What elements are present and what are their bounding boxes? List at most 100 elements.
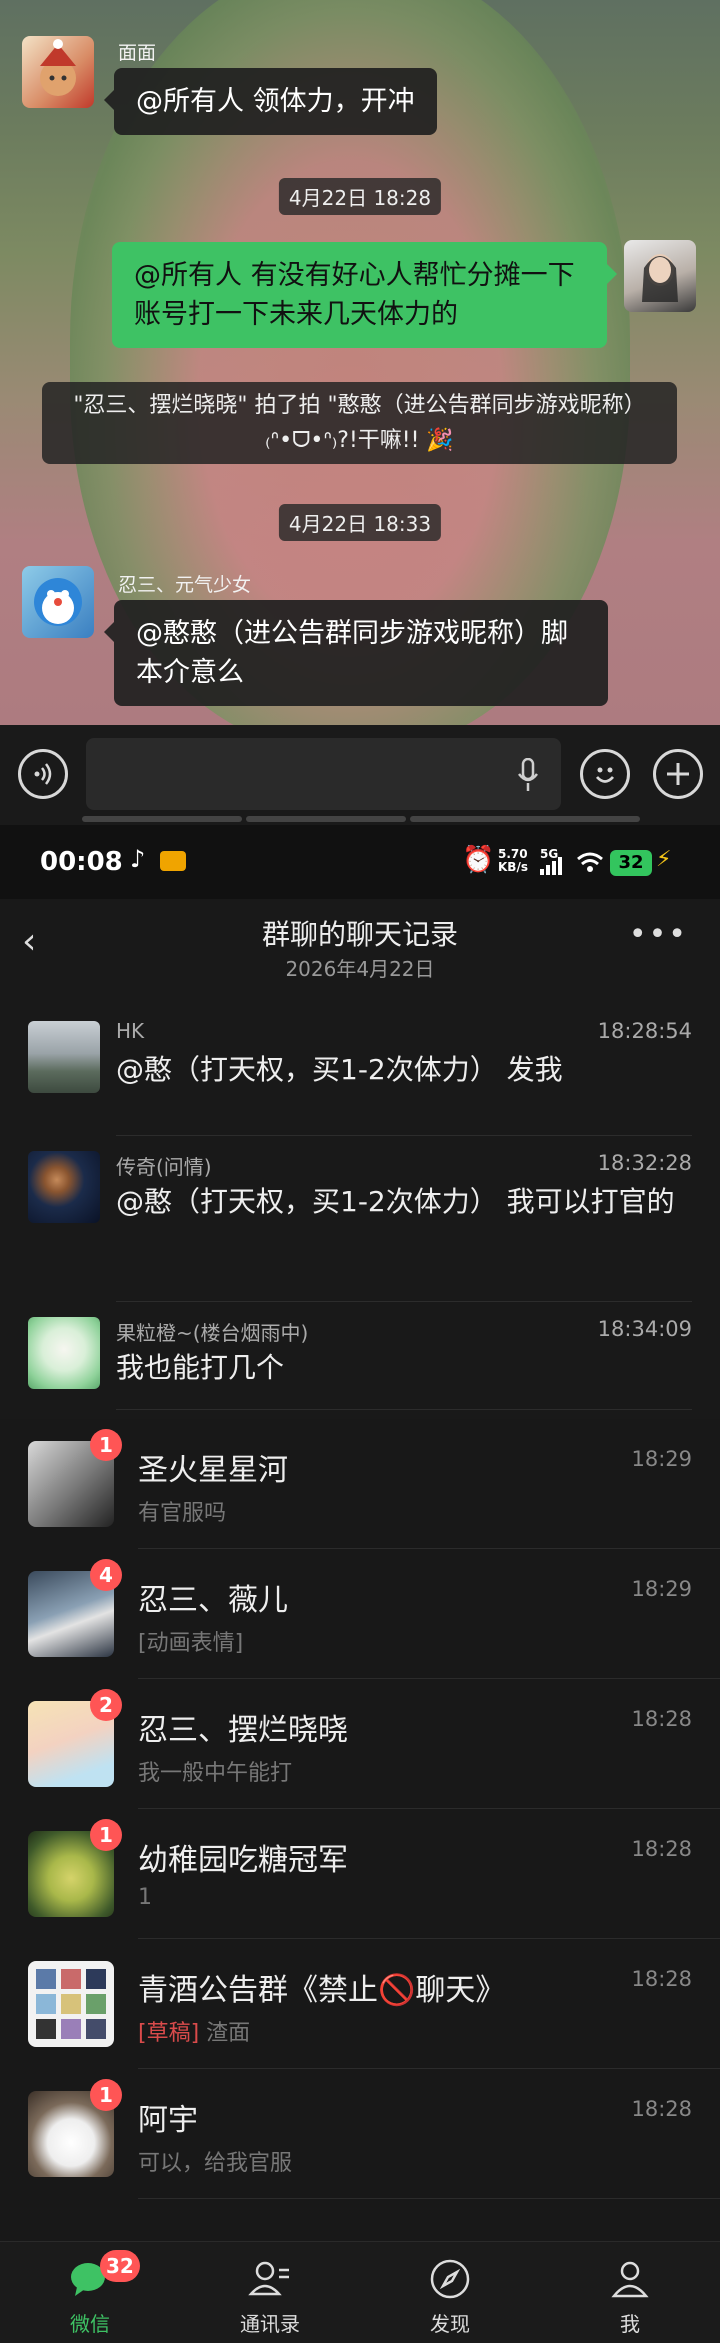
conversation-name: 忍三、薇儿 [138, 1583, 288, 1618]
avatar-yuanqi[interactable] [22, 566, 94, 638]
net-speed: 5.70 KB/s [498, 847, 528, 874]
battery-level: 32 [610, 850, 652, 876]
chat-screenshot: 面面 @所有人 领体力，开冲 4月22日 18:28 @所有人 有没有好心人帮忙… [0, 0, 720, 725]
tab-me[interactable]: 我 [540, 2242, 720, 2343]
conversation-name: 幼稚园吃糖冠军 [138, 1843, 348, 1878]
record-message: @憨（打天权，买1-2次体力） 发我 [116, 1053, 563, 1086]
plus-icon[interactable] [653, 749, 703, 799]
divider [116, 1301, 692, 1302]
tab-discover[interactable]: 发现 [360, 2242, 540, 2343]
sender-name: 面面 [118, 42, 157, 64]
record-item[interactable]: HK 18:28:54 @憨（打天权，买1-2次体力） 发我 [0, 1019, 720, 1136]
tab-label: 发现 [430, 2312, 470, 2336]
status-bar: 00:08 ♪ ⏰ 5.70 KB/s 5G 32 ⚡ [0, 827, 720, 899]
conversation-preview: 我一般中午能打 [138, 1761, 293, 1786]
pat-system-message: "忍三、摆烂晓晓" 拍了拍 "憨憨（进公告群同步游戏昵称）₍ᐢ•ᗜ•ᐢ₎?!干嘛… [42, 382, 677, 465]
more-icon[interactable]: ••• [629, 917, 688, 952]
conversation-preview: 有官服吗 [138, 1501, 227, 1526]
voice-mode-icon[interactable] [18, 749, 68, 799]
conversation-time: 18:28 [631, 2097, 692, 2121]
page-indicator [82, 816, 242, 822]
draft-text: 渣面 [199, 2021, 251, 2046]
conversation-item[interactable]: 2 忍三、摆烂晓晓 18:28 我一般中午能打 [0, 1679, 720, 1809]
tab-label: 通讯录 [240, 2312, 300, 2336]
sender-name: 忍三、元气少女 [118, 574, 252, 596]
draft-label: [草稿] [138, 2021, 200, 2046]
record-title: 群聊的聊天记录 [261, 918, 458, 951]
conversation-item[interactable]: 1 圣火星星河 18:29 有官服吗 [0, 1419, 720, 1549]
record-time: 18:28:54 [597, 1019, 692, 1043]
chat-record-card: ‹ 群聊的聊天记录 2026年4月22日 ••• HK 18:28:54 @憨（… [0, 899, 720, 1419]
message-bubble[interactable]: @所有人 领体力，开冲 [104, 68, 437, 136]
conversation-preview: [草稿] 渣面 [138, 2015, 250, 2047]
conversation-name: 青酒公告群《禁止🚫聊天》 [138, 1973, 506, 2008]
conversation-item[interactable]: 1 幼稚园吃糖冠军 18:28 1 [0, 1809, 720, 1939]
unread-badge: 1 [90, 1819, 122, 1851]
bottom-tab-bar: 32 微信 通讯录 发现 我 [0, 2241, 720, 2343]
tab-label: 微信 [70, 2312, 110, 2336]
divider [138, 2198, 720, 2199]
record-time: 18:34:09 [597, 1317, 692, 1341]
signal-icon [540, 857, 562, 875]
avatar-guolicheng [28, 1317, 100, 1389]
divider [116, 1135, 692, 1136]
message-bubble[interactable]: @憨憨（进公告群同步游戏昵称）脚本介意么 [104, 600, 608, 707]
compass-icon [430, 2259, 470, 2299]
microphone-icon[interactable] [517, 758, 539, 792]
record-item[interactable]: 果粒橙~(楼台烟雨中) 18:34:09 我也能打几个 [0, 1317, 720, 1417]
record-date: 2026年4月22日 [285, 957, 435, 981]
conversation-preview: [动画表情] [138, 1631, 244, 1656]
conversation-item[interactable]: 青酒公告群《禁止🚫聊天》 18:28 [草稿] 渣面 [0, 1939, 720, 2069]
record-sender: 传奇(问情) [116, 1155, 212, 1179]
my-message-bubble[interactable]: @所有人 有没有好心人帮忙分摊一下账号打一下未来几天体力的 [112, 242, 617, 349]
timestamp-pill: 4月22日 18:33 [278, 504, 442, 541]
unread-badge: 4 [90, 1559, 122, 1591]
unread-badge: 1 [90, 1429, 122, 1461]
conversation-time: 18:29 [631, 1447, 692, 1471]
conversation-list: 1 圣火星星河 18:29 有官服吗 4 忍三、薇儿 18:29 [动画表情] … [0, 1419, 720, 2241]
notification-app-icon [160, 851, 186, 871]
conversation-time: 18:29 [631, 1577, 692, 1601]
my-avatar[interactable] [624, 240, 696, 312]
unread-badge: 1 [90, 2079, 122, 2111]
conversation-name: 忍三、摆烂晓晓 [138, 1713, 348, 1748]
tiktok-icon: ♪ [130, 845, 146, 873]
conversation-preview: 可以，给我官服 [138, 2151, 293, 2176]
unread-badge: 32 [100, 2250, 140, 2282]
status-clock: 00:08 [40, 847, 123, 877]
tab-label: 我 [620, 2312, 640, 2336]
avatar-chuanqi [28, 1151, 100, 1223]
tab-contacts[interactable]: 通讯录 [180, 2242, 360, 2343]
conversation-avatar [28, 1961, 114, 2047]
record-message: 我也能打几个 [116, 1351, 285, 1384]
record-item[interactable]: 传奇(问情) 18:32:28 @憨（打天权，买1-2次体力） 我可以打官的 [0, 1151, 720, 1302]
record-sender: 果粒橙~(楼台烟雨中) [116, 1321, 309, 1345]
tab-wechat[interactable]: 32 微信 [0, 2242, 180, 2343]
conversation-time: 18:28 [631, 1967, 692, 1991]
record-time: 18:32:28 [597, 1151, 692, 1175]
record-sender: HK [116, 1019, 145, 1043]
conversation-item[interactable]: 1 阿宇 18:28 可以，给我官服 [0, 2069, 720, 2199]
conversation-time: 18:28 [631, 1837, 692, 1861]
charging-icon: ⚡ [656, 847, 672, 872]
contacts-icon [248, 2261, 289, 2296]
avatar-mianmian[interactable] [22, 36, 94, 108]
alarm-icon: ⏰ [462, 845, 495, 875]
chat-input-bar [0, 725, 720, 825]
unread-badge: 2 [90, 1689, 122, 1721]
person-icon [611, 2261, 649, 2298]
avatar-hk [28, 1021, 100, 1093]
divider [116, 1409, 692, 1410]
record-message: @憨（打天权，买1-2次体力） 我可以打官的 [116, 1185, 675, 1218]
page-indicator [246, 816, 406, 822]
conversation-item[interactable]: 4 忍三、薇儿 18:29 [动画表情] [0, 1549, 720, 1679]
wifi-icon [577, 852, 603, 872]
emoji-icon[interactable] [580, 749, 630, 799]
conversation-name: 圣火星星河 [138, 1453, 288, 1488]
page-indicator [410, 816, 640, 822]
message-input[interactable] [86, 738, 561, 810]
conversation-preview: 1 [138, 1885, 152, 1910]
conversation-name: 阿宇 [138, 2103, 198, 2138]
timestamp-pill: 4月22日 18:28 [278, 178, 442, 215]
conversation-time: 18:28 [631, 1707, 692, 1731]
